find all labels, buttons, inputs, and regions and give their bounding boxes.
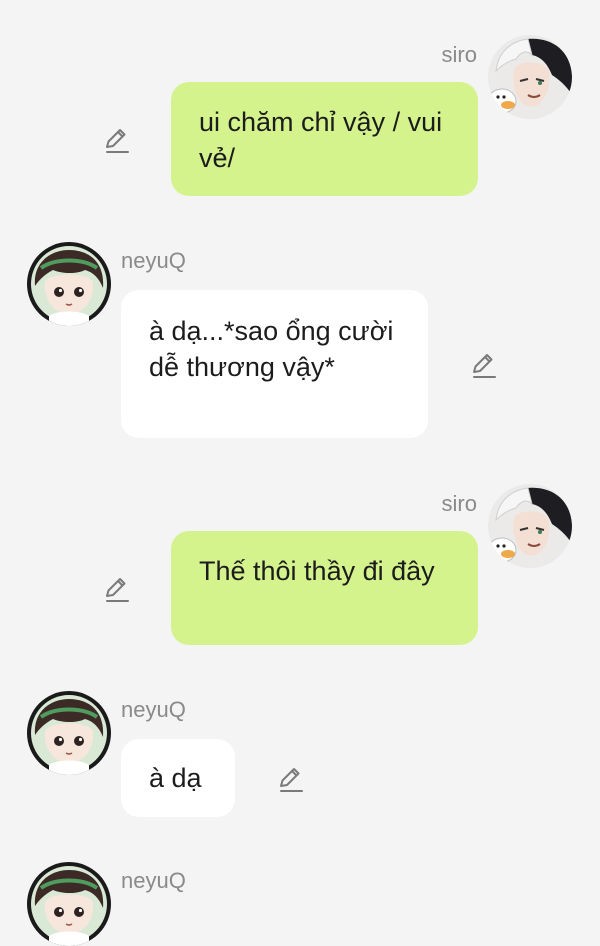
- edit-pencil-icon[interactable]: [468, 350, 498, 380]
- edit-pencil-icon[interactable]: [101, 574, 131, 604]
- avatar-siro-image: [488, 35, 572, 119]
- avatar-neyuq[interactable]: [27, 862, 111, 946]
- message-received: neyuQ: [0, 862, 600, 922]
- sender-name: siro: [441, 42, 477, 67]
- edit-pencil-icon[interactable]: [101, 125, 131, 155]
- avatar-siro[interactable]: [488, 484, 572, 568]
- message-bubble[interactable]: ui chăm chỉ vậy / vui vẻ/: [171, 82, 478, 196]
- sender-name: neyuQ: [121, 868, 186, 893]
- avatar-siro[interactable]: [488, 35, 572, 119]
- avatar-neyuq[interactable]: [27, 242, 111, 326]
- avatar-neyuq-image: [27, 691, 111, 775]
- chat-thread: siro ui chăm chỉ vậy / vui vẻ/ neyuQ à d…: [0, 0, 600, 880]
- message-bubble[interactable]: à dạ: [121, 739, 235, 817]
- message-sent: siro ui chăm chỉ vậy / vui vẻ/: [0, 0, 600, 210]
- edit-pencil-icon[interactable]: [275, 764, 305, 794]
- avatar-neyuq-image: [27, 862, 111, 946]
- sender-name: neyuQ: [121, 697, 186, 722]
- sender-name: neyuQ: [121, 248, 186, 273]
- message-bubble[interactable]: Thế thôi thầy đi đây: [171, 531, 478, 645]
- message-sent: siro Thế thôi thầy đi đây: [0, 449, 600, 659]
- avatar-neyuq[interactable]: [27, 691, 111, 775]
- avatar-neyuq-image: [27, 242, 111, 326]
- avatar-siro-image: [488, 484, 572, 568]
- message-received: neyuQ à dạ: [0, 691, 600, 831]
- message-bubble[interactable]: à dạ...*sao ổng cười dễ thương vậy*: [121, 290, 428, 438]
- sender-name: siro: [441, 491, 477, 516]
- message-received: neyuQ à dạ...*sao ổng cười dễ thương vậy…: [0, 242, 600, 452]
